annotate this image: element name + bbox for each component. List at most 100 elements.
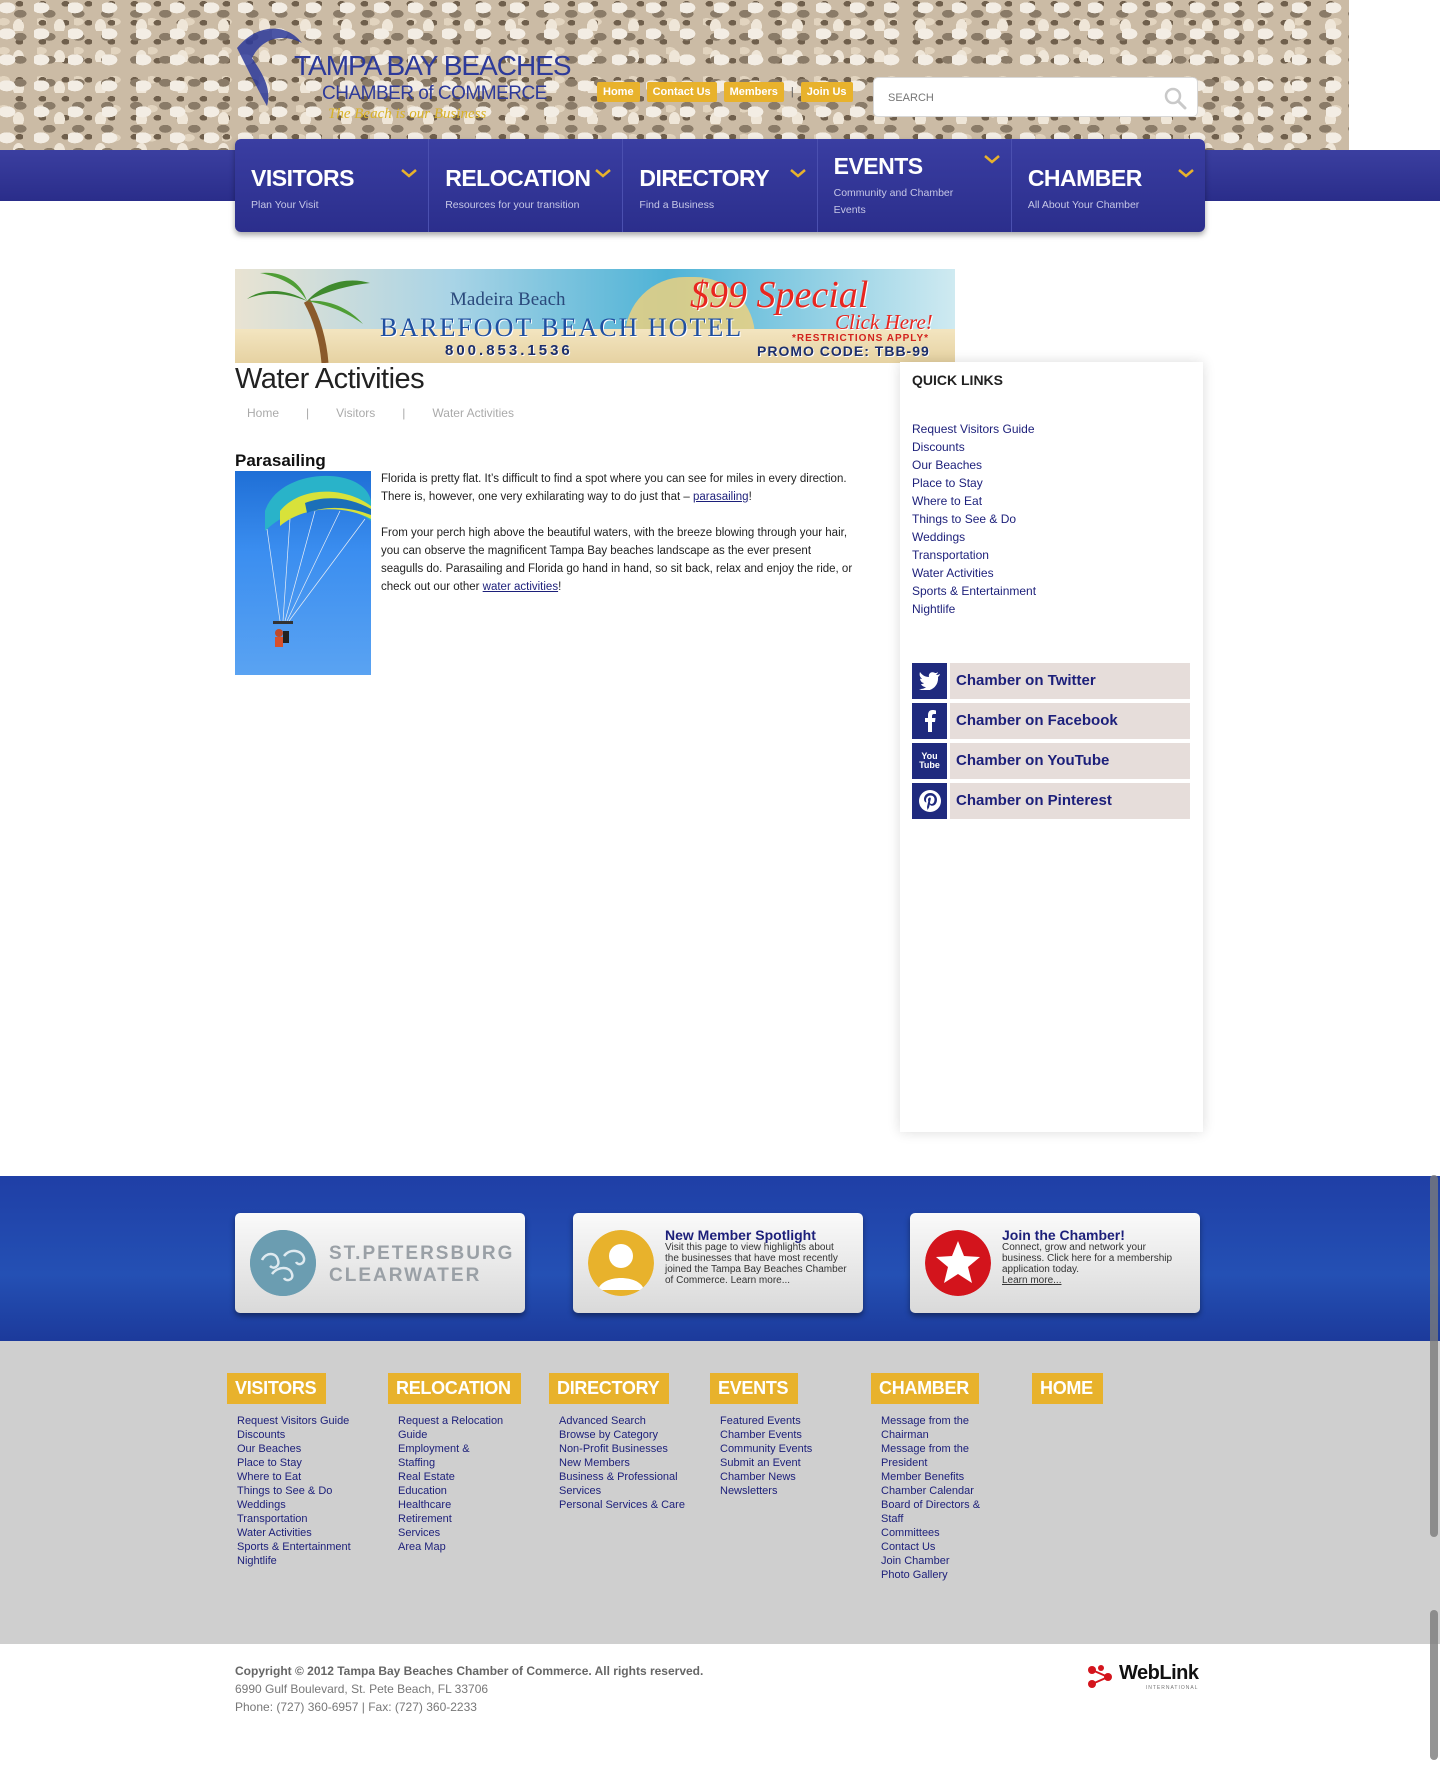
footer-link[interactable]: Advanced Search bbox=[559, 1415, 646, 1427]
footer-link[interactable]: Join Chamber bbox=[881, 1555, 949, 1567]
stpete-clearwater-card[interactable]: ST.PETERSBURG CLEARWATER bbox=[235, 1213, 525, 1313]
footer-link[interactable]: Retirement bbox=[398, 1513, 452, 1525]
footer-link[interactable]: Featured Events bbox=[720, 1415, 801, 1427]
pinterest-link[interactable]: Chamber on Pinterest bbox=[912, 783, 1190, 819]
footer-link[interactable]: Request Visitors Guide bbox=[237, 1415, 349, 1427]
breadcrumb-visitors[interactable]: Visitors bbox=[336, 406, 375, 420]
hotel-ad-banner[interactable]: Madeira Beach BAREFOOT BEACH HOTEL 800.8… bbox=[235, 269, 955, 363]
footer-link[interactable]: Nightlife bbox=[237, 1555, 277, 1567]
footer-link[interactable]: Place to Stay bbox=[237, 1457, 302, 1469]
star-icon bbox=[925, 1230, 991, 1296]
scrollbar-thumb[interactable] bbox=[1430, 1175, 1438, 1537]
footer-link[interactable]: Water Activities bbox=[237, 1527, 312, 1539]
quick-link[interactable]: Weddings bbox=[912, 530, 965, 544]
footer-link[interactable]: Chamber Calendar bbox=[881, 1485, 974, 1497]
chevron-down-icon[interactable] bbox=[1177, 167, 1195, 179]
breadcrumb-home[interactable]: Home bbox=[247, 406, 279, 420]
banner-place: Madeira Beach bbox=[450, 289, 566, 310]
breadcrumb-separator: | bbox=[402, 406, 406, 420]
twitter-link[interactable]: Chamber on Twitter bbox=[912, 663, 1190, 699]
footer-link[interactable]: Transportation bbox=[237, 1513, 308, 1525]
chevron-down-icon[interactable] bbox=[594, 167, 612, 179]
footer-heading[interactable]: DIRECTORY bbox=[549, 1373, 670, 1404]
footer-link[interactable]: Browse by Category bbox=[559, 1429, 658, 1441]
facebook-link[interactable]: Chamber on Facebook bbox=[912, 703, 1190, 739]
nav-visitors[interactable]: VISITORS Plan Your Visit bbox=[235, 139, 430, 232]
breadcrumb-separator: | bbox=[306, 406, 310, 420]
footer-link[interactable]: Chamber Events bbox=[720, 1429, 802, 1441]
footer-link[interactable]: Request a Relocation Guide bbox=[398, 1415, 503, 1441]
footer-heading[interactable]: EVENTS bbox=[710, 1373, 799, 1404]
topnav-contact-link[interactable]: Contact Us bbox=[646, 82, 717, 102]
footer-link[interactable]: Where to Eat bbox=[237, 1471, 301, 1483]
quick-link[interactable]: Request Visitors Guide bbox=[912, 422, 1035, 436]
footer-link[interactable]: Contact Us bbox=[881, 1541, 935, 1553]
join-learn-more[interactable]: Learn more... bbox=[1002, 1275, 1061, 1286]
chamber-logo[interactable]: TAMPA BAY BEACHES CHAMBER of COMMERCE Th… bbox=[232, 10, 572, 122]
quick-link[interactable]: Our Beaches bbox=[912, 458, 982, 472]
quick-link[interactable]: Water Activities bbox=[912, 566, 994, 580]
footer-link[interactable]: Non-Profit Businesses bbox=[559, 1443, 668, 1455]
footer-link[interactable]: Board of Directors & Staff bbox=[881, 1499, 980, 1525]
footer-link[interactable]: New Members bbox=[559, 1457, 630, 1469]
sidebar: QUICK LINKS Request Visitors Guide Disco… bbox=[900, 362, 1203, 1132]
chevron-down-icon[interactable] bbox=[789, 167, 807, 179]
chevron-down-icon[interactable] bbox=[400, 167, 418, 179]
weblink-logo[interactable]: WebLink INTERNATIONAL bbox=[1086, 1662, 1199, 1691]
footer-heading[interactable]: RELOCATION bbox=[388, 1373, 521, 1404]
footer-link[interactable]: Business & Professional Services bbox=[559, 1471, 678, 1497]
footer-link[interactable]: Photo Gallery bbox=[881, 1569, 948, 1581]
banner-click-here[interactable]: Click Here! bbox=[835, 310, 933, 335]
footer-link[interactable]: Message from the Chairman bbox=[881, 1415, 969, 1441]
footer-link[interactable]: Newsletters bbox=[720, 1485, 777, 1497]
topnav-join-link[interactable]: Join Us bbox=[800, 82, 853, 102]
quick-link[interactable]: Transportation bbox=[912, 548, 989, 562]
footer-heading[interactable]: HOME bbox=[1032, 1373, 1103, 1404]
list-item: Contact Us bbox=[881, 1540, 986, 1554]
footer-link[interactable]: Chamber News bbox=[720, 1471, 796, 1483]
footer-link[interactable]: Things to See & Do bbox=[237, 1485, 332, 1497]
nav-chamber[interactable]: CHAMBER All About Your Chamber bbox=[1012, 139, 1205, 232]
footer-link[interactable]: Employment & Staffing bbox=[398, 1443, 470, 1469]
footer-link[interactable]: Healthcare bbox=[398, 1499, 451, 1511]
nav-events[interactable]: EVENTS Community and Chamber Events bbox=[818, 139, 1012, 232]
footer-link[interactable]: Education bbox=[398, 1485, 447, 1497]
nav-directory[interactable]: DIRECTORY Find a Business bbox=[623, 139, 818, 232]
footer-link[interactable]: Community Events bbox=[720, 1443, 812, 1455]
quick-link[interactable]: Where to Eat bbox=[912, 494, 982, 508]
join-chamber-card[interactable]: Join the Chamber! Connect, grow and netw… bbox=[910, 1213, 1200, 1313]
footer-link[interactable]: Member Benefits bbox=[881, 1471, 964, 1483]
spotlight-learn-more[interactable]: Learn more... bbox=[731, 1275, 790, 1286]
footer-link[interactable]: Submit an Event bbox=[720, 1457, 801, 1469]
quick-link[interactable]: Nightlife bbox=[912, 602, 955, 616]
search-icon[interactable] bbox=[1163, 86, 1187, 110]
quick-link[interactable]: Sports & Entertainment bbox=[912, 584, 1036, 598]
chevron-down-icon[interactable] bbox=[983, 153, 1001, 165]
footer-link[interactable]: Committees bbox=[881, 1527, 940, 1539]
footer-link[interactable]: Services bbox=[398, 1527, 440, 1539]
footer-link[interactable]: Real Estate bbox=[398, 1471, 455, 1483]
footer-link[interactable]: Weddings bbox=[237, 1499, 286, 1511]
footer-link[interactable]: Message from the President bbox=[881, 1443, 969, 1469]
footer-link[interactable]: Discounts bbox=[237, 1429, 285, 1441]
quick-link[interactable]: Place to Stay bbox=[912, 476, 983, 490]
nav-relocation[interactable]: RELOCATION Resources for your transition bbox=[429, 139, 624, 232]
quick-link[interactable]: Things to See & Do bbox=[912, 512, 1016, 526]
footer-heading[interactable]: VISITORS bbox=[227, 1373, 327, 1404]
quick-link[interactable]: Discounts bbox=[912, 440, 965, 454]
weblink-subtext: INTERNATIONAL bbox=[1145, 1685, 1199, 1691]
list-item: Things to See & Do bbox=[912, 510, 1036, 528]
scrollbar-thumb[interactable] bbox=[1430, 1610, 1438, 1760]
footer-heading[interactable]: CHAMBER bbox=[871, 1373, 979, 1404]
footer-link[interactable]: Area Map bbox=[398, 1541, 446, 1553]
topnav-home-link[interactable]: Home bbox=[597, 82, 640, 102]
water-activities-link[interactable]: water activities bbox=[483, 581, 558, 593]
parasailing-link[interactable]: parasailing bbox=[693, 491, 749, 503]
new-member-spotlight-card[interactable]: New Member Spotlight Visit this page to … bbox=[573, 1213, 863, 1313]
search-input[interactable] bbox=[888, 89, 1148, 107]
topnav-members-link[interactable]: Members bbox=[723, 82, 784, 102]
youtube-link[interactable]: You Tube Chamber on YouTube bbox=[912, 743, 1190, 779]
footer-link[interactable]: Sports & Entertainment bbox=[237, 1541, 351, 1553]
footer-link[interactable]: Our Beaches bbox=[237, 1443, 301, 1455]
footer-link[interactable]: Personal Services & Care bbox=[559, 1499, 685, 1511]
